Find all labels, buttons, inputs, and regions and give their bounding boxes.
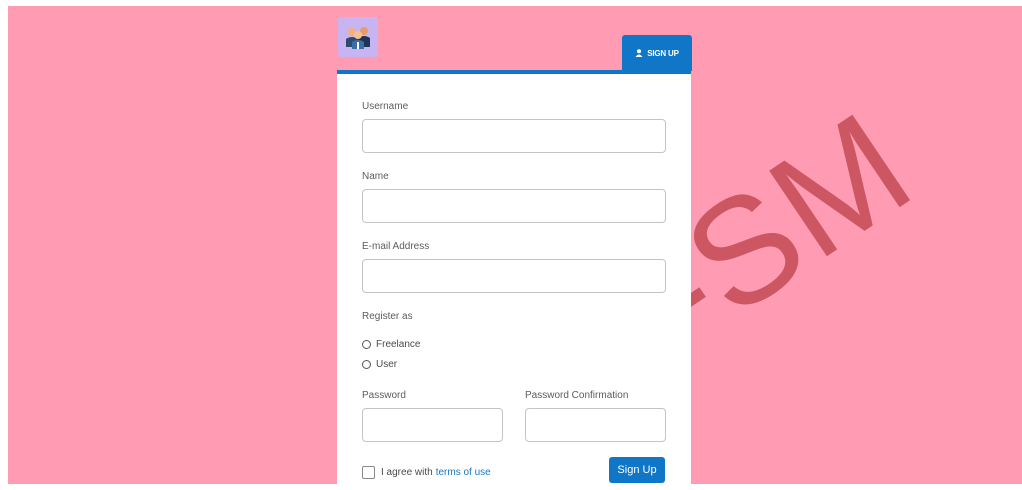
- user-icon: [635, 49, 643, 57]
- radio-user[interactable]: User: [362, 359, 397, 370]
- username-label: Username: [362, 101, 409, 112]
- signup-card: Username Name E-mail Address Register as…: [337, 70, 691, 490]
- email-label: E-mail Address: [362, 241, 430, 252]
- terms-agreement: I agree with terms of use: [362, 466, 491, 479]
- signup-tab[interactable]: SIGN UP: [622, 35, 692, 71]
- password-confirmation-label: Password Confirmation: [525, 390, 629, 401]
- radio-freelance[interactable]: Freelance: [362, 339, 420, 350]
- username-input[interactable]: [362, 119, 666, 153]
- team-users-icon: [338, 17, 378, 57]
- name-label: Name: [362, 171, 389, 182]
- password-label: Password: [362, 390, 406, 401]
- radio-freelance-label: Freelance: [376, 339, 421, 350]
- register-as-label: Register as: [362, 311, 413, 322]
- name-input[interactable]: [362, 189, 666, 223]
- radio-button[interactable]: [362, 360, 371, 369]
- sign-up-button[interactable]: Sign Up: [609, 457, 665, 483]
- radio-button[interactable]: [362, 340, 371, 349]
- email-input[interactable]: [362, 259, 666, 293]
- terms-checkbox[interactable]: [362, 466, 375, 479]
- password-input[interactable]: [362, 408, 503, 442]
- signup-tab-label: SIGN UP: [647, 48, 679, 58]
- password-confirmation-input[interactable]: [525, 408, 666, 442]
- terms-of-use-link[interactable]: terms of use: [436, 467, 491, 478]
- radio-user-label: User: [376, 359, 398, 370]
- agree-text: I agree with: [381, 467, 433, 478]
